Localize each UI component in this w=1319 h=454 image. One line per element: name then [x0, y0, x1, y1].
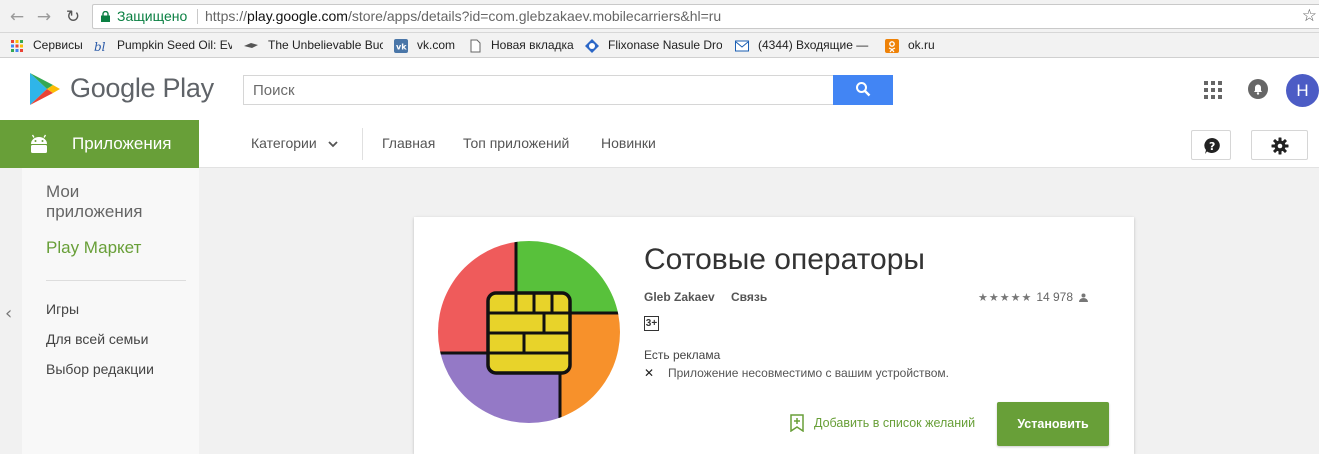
- sidebar-item-my-apps[interactable]: Мои приложения: [46, 182, 176, 222]
- avatar[interactable]: Н: [1286, 74, 1319, 107]
- site-icon: bl: [94, 40, 106, 53]
- bookmark-label: Pumpkin Seed Oil: Ev: [117, 38, 232, 52]
- address-bar[interactable]: Защищено https://play.google.com/store/a…: [92, 4, 1319, 29]
- bookmark-label: Сервисы: [33, 38, 83, 52]
- sidebar-divider: [46, 280, 186, 281]
- bookmarks-bar: Сервисы bl Pumpkin Seed Oil: Ev The Unbe…: [0, 33, 1319, 58]
- wishlist-label: Добавить в список желаний: [814, 416, 976, 430]
- lock-icon: [101, 11, 110, 22]
- gear-icon: [1271, 137, 1289, 155]
- incompatibility-text: Приложение несовместимо с вашим устройст…: [668, 366, 950, 380]
- apps-tab-label: Приложения: [72, 134, 172, 153]
- close-icon: ✕: [644, 366, 655, 380]
- rating: ★★★★★ 14 978: [978, 290, 1089, 304]
- brand-name[interactable]: Google Play: [70, 73, 214, 104]
- svg-text:vk: vk: [396, 42, 407, 51]
- apps-tab[interactable]: Приложения: [0, 120, 199, 168]
- search-button[interactable]: [833, 75, 893, 105]
- app-title: Сотовые операторы: [644, 243, 925, 276]
- bookmark-label: The Unbelievable Buc: [268, 38, 383, 52]
- app-details-card: Сотовые операторы Gleb Zakaev Связь ★★★★…: [414, 217, 1134, 454]
- bookmark-item[interactable]: (4344) Входящие —: [735, 37, 872, 54]
- ads-notice: Есть реклама: [644, 348, 721, 362]
- bookmark-label: ok.ru: [908, 38, 935, 52]
- site-icon: [244, 42, 258, 48]
- page-icon: [470, 39, 481, 52]
- categories-label: Категории: [251, 135, 317, 151]
- age-rating-badge: 3+: [644, 316, 659, 331]
- notifications-icon[interactable]: [1248, 79, 1268, 99]
- reload-button[interactable]: ↻: [62, 6, 84, 28]
- app-icon: [438, 241, 620, 423]
- play-header: Google Play Н: [0, 58, 1319, 120]
- sidebar-item-play-market[interactable]: Play Маркет: [46, 238, 141, 258]
- wishlist-button[interactable]: Добавить в список желаний: [790, 414, 975, 432]
- person-icon: [1079, 293, 1089, 302]
- bookmark-item[interactable]: Flixonase Nasule Dro: [585, 37, 722, 54]
- android-icon: [31, 134, 47, 153]
- bookmark-item[interactable]: bl Pumpkin Seed Oil: Ev: [94, 37, 232, 54]
- url-text: https://play.google.com/store/apps/detai…: [205, 8, 722, 24]
- mail-icon: [735, 40, 749, 51]
- bookmark-label: vk.com: [417, 38, 456, 52]
- sidebar-item-family[interactable]: Для всей семьи: [46, 331, 148, 347]
- google-play-logo-icon[interactable]: [27, 71, 63, 107]
- vk-icon: vk: [394, 38, 408, 53]
- bookmark-label: Новая вкладка: [491, 38, 574, 52]
- sidebar: Мои приложения Play Маркет Игры Для всей…: [22, 168, 199, 454]
- install-button[interactable]: Установить: [997, 402, 1109, 446]
- tab-top-apps[interactable]: Топ приложений: [463, 135, 569, 151]
- help-button[interactable]: ?: [1191, 130, 1231, 160]
- search-icon: [856, 81, 871, 96]
- rating-stars: ★★★★★: [978, 290, 1033, 304]
- forward-button[interactable]: →: [33, 6, 55, 28]
- bookmark-item[interactable]: Сервисы: [10, 37, 86, 54]
- sidebar-item-games[interactable]: Игры: [46, 301, 79, 317]
- chevron-down-icon: [327, 141, 338, 148]
- categories-dropdown[interactable]: Категории: [251, 135, 338, 151]
- svg-text:bl: bl: [94, 40, 106, 53]
- developer-link[interactable]: Gleb Zakaev: [644, 290, 715, 304]
- help-icon: ?: [1204, 138, 1220, 154]
- collapse-sidebar-icon[interactable]: ‹: [5, 303, 12, 324]
- bookmark-item[interactable]: The Unbelievable Buc: [243, 37, 383, 54]
- bookmark-item[interactable]: Новая вкладка: [468, 37, 578, 54]
- url-separator: [197, 9, 198, 24]
- secure-label: Защищено: [117, 8, 188, 24]
- bookmark-add-icon: [790, 414, 804, 432]
- settings-button[interactable]: [1251, 130, 1308, 160]
- browser-toolbar: ← → ↻ Защищено https://play.google.com/s…: [0, 0, 1319, 33]
- search-input[interactable]: [243, 75, 834, 105]
- apps-grid-icon: [11, 39, 23, 52]
- incompatibility-notice: ✕ Приложение несовместимо с вашим устройс…: [644, 366, 949, 380]
- back-button[interactable]: ←: [6, 6, 28, 28]
- category-bar: Приложения Категории Главная Топ приложе…: [0, 120, 1319, 168]
- bookmark-item[interactable]: ok.ru: [885, 37, 945, 54]
- google-apps-icon[interactable]: [1204, 81, 1222, 99]
- category-link[interactable]: Связь: [731, 290, 767, 304]
- rating-count: 14 978: [1036, 290, 1074, 304]
- bookmark-item[interactable]: vk vk.com: [394, 37, 464, 54]
- ok-icon: [885, 38, 899, 53]
- svg-text:?: ?: [1209, 140, 1215, 153]
- bookmark-label: Flixonase Nasule Dro: [608, 38, 722, 52]
- tab-new[interactable]: Новинки: [601, 135, 656, 151]
- site-icon: [585, 38, 599, 53]
- tab-home[interactable]: Главная: [382, 135, 435, 151]
- bookmark-label: (4344) Входящие —: [758, 38, 869, 52]
- bookmark-star-icon[interactable]: ☆: [1302, 5, 1317, 28]
- sidebar-item-editors-choice[interactable]: Выбор редакции: [46, 361, 154, 377]
- nav-divider: [362, 128, 363, 160]
